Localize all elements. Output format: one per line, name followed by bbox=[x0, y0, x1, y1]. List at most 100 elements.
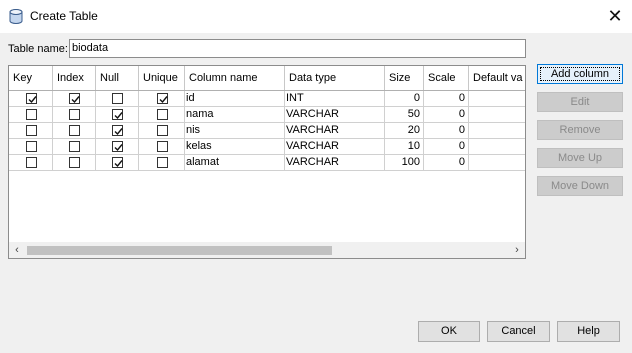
table-name-input[interactable]: biodata bbox=[69, 39, 526, 58]
database-icon bbox=[9, 9, 23, 24]
columns-table[interactable]: Key Index Null Unique Column name Data type Si… bbox=[8, 65, 526, 259]
column-header-index[interactable]: Index bbox=[53, 66, 96, 90]
horizontal-scrollbar[interactable]: ‹ › bbox=[9, 242, 525, 258]
null-checkbox[interactable] bbox=[112, 157, 123, 168]
table-row[interactable]: nama VARCHAR 50 0 bbox=[9, 107, 525, 123]
column-name-cell[interactable]: id bbox=[185, 91, 285, 107]
size-cell[interactable]: 0 bbox=[385, 91, 424, 107]
scale-cell[interactable]: 0 bbox=[424, 155, 469, 171]
table-row[interactable]: id INT 0 0 bbox=[9, 91, 525, 107]
checkmark-icon bbox=[114, 160, 123, 168]
unique-checkbox[interactable] bbox=[157, 157, 168, 168]
index-checkbox[interactable] bbox=[69, 109, 80, 120]
column-name-cell[interactable]: kelas bbox=[185, 139, 285, 155]
size-cell[interactable]: 20 bbox=[385, 123, 424, 139]
default-value-cell[interactable] bbox=[469, 139, 525, 155]
scale-cell[interactable]: 0 bbox=[424, 91, 469, 107]
index-checkbox[interactable] bbox=[69, 141, 80, 152]
table-row[interactable]: kelas VARCHAR 10 0 bbox=[9, 139, 525, 155]
data-type-cell[interactable]: VARCHAR bbox=[285, 155, 385, 171]
move-down-button[interactable]: Move Down bbox=[537, 176, 623, 196]
null-checkbox[interactable] bbox=[112, 93, 123, 104]
column-header-name[interactable]: Column name bbox=[185, 66, 285, 90]
checkmark-icon bbox=[114, 128, 123, 136]
null-checkbox[interactable] bbox=[112, 109, 123, 120]
scale-cell[interactable]: 0 bbox=[424, 123, 469, 139]
scale-cell[interactable]: 0 bbox=[424, 139, 469, 155]
index-cell bbox=[53, 123, 96, 139]
column-header-null[interactable]: Null bbox=[96, 66, 139, 90]
scroll-left-icon[interactable]: ‹ bbox=[9, 242, 25, 258]
table-header: Key Index Null Unique Column name Data type Si… bbox=[9, 66, 525, 91]
default-value-cell[interactable] bbox=[469, 123, 525, 139]
unique-cell bbox=[139, 91, 185, 107]
column-name-cell[interactable]: alamat bbox=[185, 155, 285, 171]
index-checkbox[interactable] bbox=[69, 157, 80, 168]
help-button[interactable]: Help bbox=[557, 321, 620, 342]
key-checkbox[interactable] bbox=[26, 93, 37, 104]
key-checkbox[interactable] bbox=[26, 141, 37, 152]
key-cell bbox=[9, 107, 53, 123]
table-row[interactable]: alamat VARCHAR 100 0 bbox=[9, 155, 525, 171]
column-name-cell[interactable]: nis bbox=[185, 123, 285, 139]
close-icon[interactable]: ✕ bbox=[598, 0, 632, 33]
index-cell bbox=[53, 155, 96, 171]
null-cell bbox=[96, 107, 139, 123]
key-cell bbox=[9, 139, 53, 155]
size-cell[interactable]: 50 bbox=[385, 107, 424, 123]
scroll-thumb[interactable] bbox=[27, 246, 332, 255]
unique-checkbox[interactable] bbox=[157, 93, 168, 104]
window-title: Create Table bbox=[30, 9, 98, 23]
column-header-default[interactable]: Default va bbox=[469, 66, 525, 90]
cancel-button[interactable]: Cancel bbox=[487, 321, 550, 342]
unique-checkbox[interactable] bbox=[157, 125, 168, 136]
null-cell bbox=[96, 91, 139, 107]
index-cell bbox=[53, 139, 96, 155]
move-up-button[interactable]: Move Up bbox=[537, 148, 623, 168]
checkmark-icon bbox=[114, 144, 123, 152]
null-cell bbox=[96, 123, 139, 139]
scroll-right-icon[interactable]: › bbox=[509, 242, 525, 258]
key-checkbox[interactable] bbox=[26, 125, 37, 136]
column-header-type[interactable]: Data type bbox=[285, 66, 385, 90]
null-checkbox[interactable] bbox=[112, 141, 123, 152]
data-type-cell[interactable]: VARCHAR bbox=[285, 123, 385, 139]
unique-cell bbox=[139, 107, 185, 123]
column-header-scale[interactable]: Scale bbox=[424, 66, 469, 90]
index-checkbox[interactable] bbox=[69, 125, 80, 136]
scale-cell[interactable]: 0 bbox=[424, 107, 469, 123]
data-type-cell[interactable]: VARCHAR bbox=[285, 139, 385, 155]
unique-cell bbox=[139, 123, 185, 139]
checkmark-icon bbox=[114, 112, 123, 120]
add-column-label: Add column bbox=[550, 68, 610, 80]
null-cell bbox=[96, 139, 139, 155]
key-cell bbox=[9, 91, 53, 107]
key-checkbox[interactable] bbox=[26, 157, 37, 168]
size-cell[interactable]: 100 bbox=[385, 155, 424, 171]
ok-button[interactable]: OK bbox=[418, 321, 480, 342]
remove-button[interactable]: Remove bbox=[537, 120, 623, 140]
default-value-cell[interactable] bbox=[469, 91, 525, 107]
unique-checkbox[interactable] bbox=[157, 141, 168, 152]
key-cell bbox=[9, 155, 53, 171]
index-checkbox[interactable] bbox=[69, 93, 80, 104]
index-cell bbox=[53, 91, 96, 107]
unique-checkbox[interactable] bbox=[157, 109, 168, 120]
column-header-key[interactable]: Key bbox=[9, 66, 53, 90]
default-value-cell[interactable] bbox=[469, 155, 525, 171]
key-checkbox[interactable] bbox=[26, 109, 37, 120]
column-name-cell[interactable]: nama bbox=[185, 107, 285, 123]
column-header-unique[interactable]: Unique bbox=[139, 66, 185, 90]
data-type-cell[interactable]: INT bbox=[285, 91, 385, 107]
column-header-size[interactable]: Size bbox=[385, 66, 424, 90]
default-value-cell[interactable] bbox=[469, 107, 525, 123]
edit-button[interactable]: Edit bbox=[537, 92, 623, 112]
unique-cell bbox=[139, 155, 185, 171]
null-checkbox[interactable] bbox=[112, 125, 123, 136]
table-row[interactable]: nis VARCHAR 20 0 bbox=[9, 123, 525, 139]
title-bar: Create Table ✕ bbox=[0, 0, 632, 33]
add-column-button[interactable]: Add column bbox=[537, 64, 623, 84]
checkmark-icon bbox=[71, 96, 80, 104]
size-cell[interactable]: 10 bbox=[385, 139, 424, 155]
data-type-cell[interactable]: VARCHAR bbox=[285, 107, 385, 123]
